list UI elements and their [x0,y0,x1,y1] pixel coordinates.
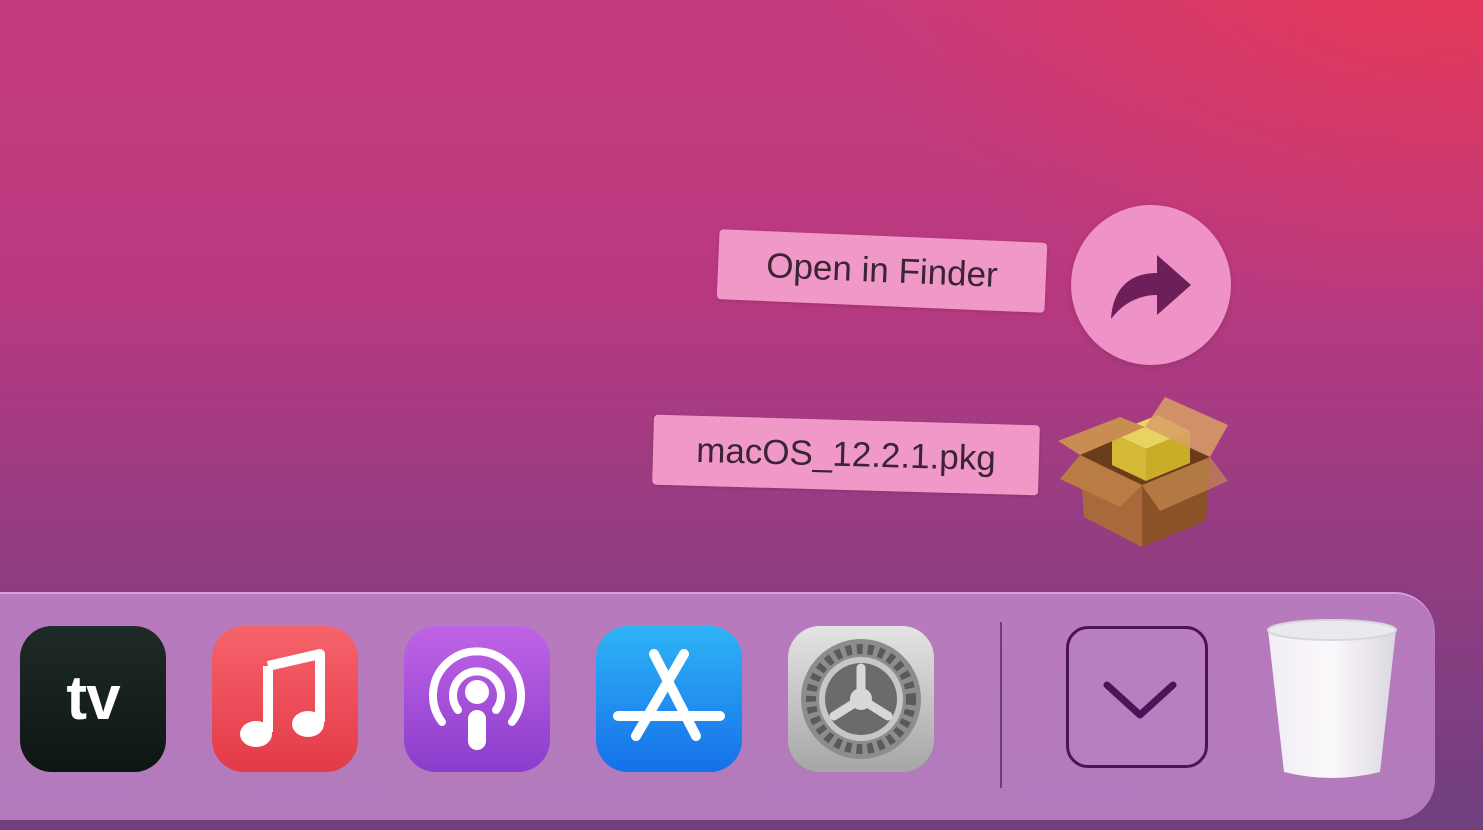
curved-arrow-right-icon [1111,255,1191,319]
package-box-icon[interactable] [1050,385,1235,555]
open-in-finder-label[interactable]: Open in Finder [716,229,1048,313]
apple-tv-icon: tv [66,664,120,733]
dock-app-system-preferences[interactable] [788,626,934,772]
open-in-finder-button[interactable] [1071,205,1231,365]
music-note-icon [240,649,325,747]
dock-divider [1000,622,1002,788]
file-label[interactable]: macOS_12.2.1.pkg [652,414,1040,496]
podcasts-icon [429,647,525,750]
dock-app-podcasts[interactable] [404,626,550,772]
dock-app-store[interactable] [596,626,742,772]
chevron-down-icon [1103,681,1177,719]
dock-app-apple-tv[interactable]: tv [20,626,166,772]
gear-icon [801,639,921,759]
app-store-icon [613,649,725,741]
trash-icon[interactable] [1262,616,1402,784]
dock-app-music[interactable] [212,626,358,772]
dock-downloads-stack[interactable] [1066,626,1208,768]
